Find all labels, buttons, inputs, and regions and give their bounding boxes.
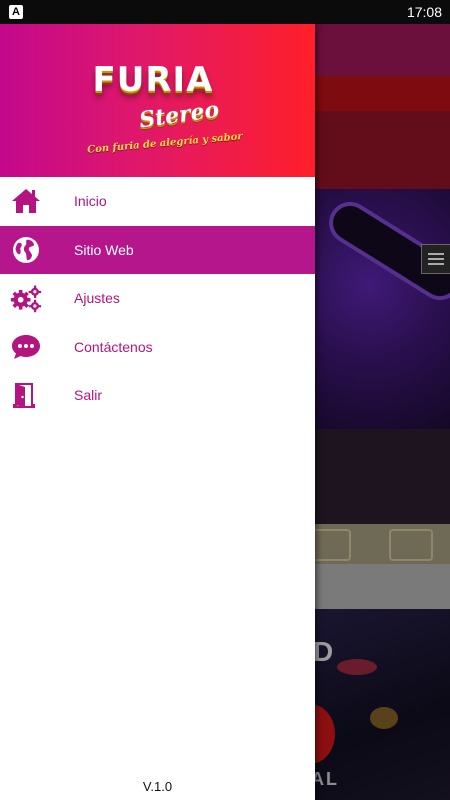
menu-item-label: Inicio [74,193,107,210]
bg-light [337,659,377,675]
bg-header-band [315,24,450,76]
menu-item-ajustes[interactable]: Ajustes [0,274,315,323]
menu-item-label: Contáctenos [74,338,153,355]
hamburger-menu-icon[interactable] [421,244,450,274]
bg-partial-text: AL [315,769,339,789]
background-app-content: D AL [315,24,450,800]
home-icon [12,189,40,214]
menu-item-label: Sitio Web [74,241,134,258]
menu-item-salir[interactable]: Salir [0,371,315,420]
chat-icon [12,334,40,359]
bg-red-band [315,76,450,111]
drawer-header: FURIA Stereo Con furia de alegría y sabo… [0,24,315,177]
menu-item-inicio[interactable]: Inicio [0,177,315,226]
logo-slogan: Con furia de alegría y sabor [86,130,243,156]
furia-stereo-logo: FURIA Stereo Con furia de alegría y sabo… [86,46,242,156]
bg-section [315,429,450,524]
app-notification-icon: A [9,5,23,19]
bg-light [370,707,398,729]
gears-icon [10,285,42,313]
menu-item-label: Salir [74,387,103,404]
menu-item-sitio-web[interactable]: Sitio Web [0,225,315,274]
menu-item-label: Ajustes [74,290,120,307]
exit-door-icon [13,383,35,409]
logo-word-2: Stereo [137,96,221,133]
status-bar: A 17:08 [0,0,450,24]
bg-strip [315,564,450,609]
image-placeholder-icon [389,529,433,561]
bg-banner [315,111,450,189]
app-version: V.1.0 [142,779,173,794]
navigation-drawer: FURIA Stereo Con furia de alegría y sabo… [0,24,315,800]
bg-partial-letter: D [315,636,334,667]
logo-word-1: FURIA [92,59,214,100]
image-placeholder-icon [315,529,351,561]
globe-icon [13,236,39,263]
status-time: 17:08 [406,4,442,20]
menu-item-contactenos[interactable]: Contáctenos [0,323,315,372]
drawer-menu: Inicio Sitio Web Ajustes Contáctenos Sal… [0,177,315,420]
